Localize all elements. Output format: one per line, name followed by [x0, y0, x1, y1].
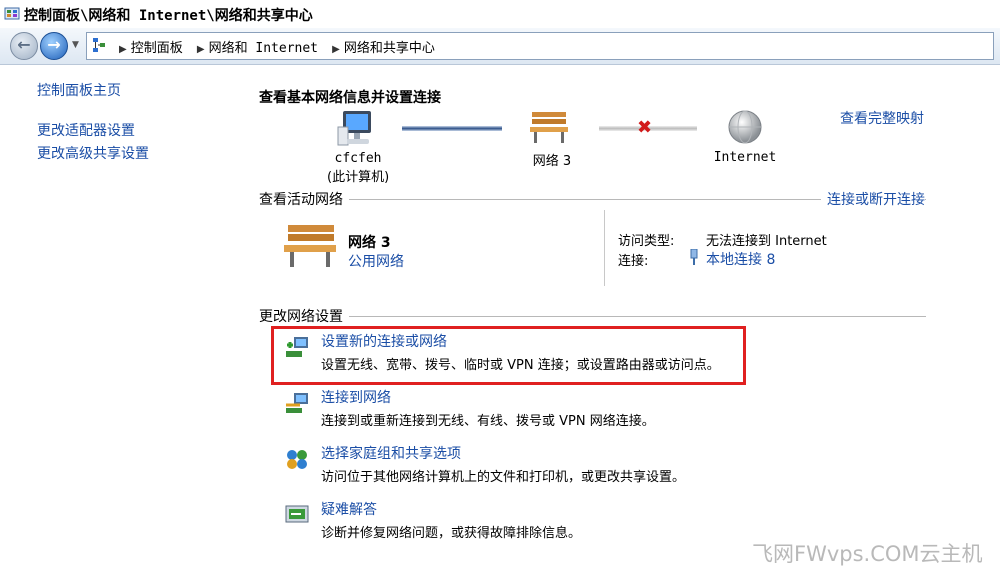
internet-label: Internet — [713, 150, 777, 165]
change-settings-divider — [260, 316, 926, 317]
title-bar: 控制面板\网络和 Internet\网络和共享中心 — [0, 0, 1000, 29]
forward-button[interactable]: → — [40, 32, 68, 60]
forward-arrow-icon: → — [47, 35, 61, 54]
task-link[interactable]: 选择家庭组和共享选项 — [321, 443, 964, 463]
breadcrumb-item[interactable]: 网络和共享中心 — [344, 41, 435, 56]
new-connection-icon — [286, 337, 308, 357]
change-settings-title: 更改网络设置 — [259, 306, 349, 326]
connections-label: 连接: — [618, 254, 649, 269]
homegroup-icon — [287, 450, 307, 469]
change-adapter-settings-link[interactable]: 更改适配器设置 — [37, 120, 135, 140]
network-folder-icon — [93, 38, 105, 52]
bench-network-icon[interactable] — [528, 110, 570, 144]
computer-subtitle: (此计算机) — [327, 170, 390, 185]
control-panel-home-link[interactable]: 控制面板主页 — [37, 80, 121, 100]
bench-network-large-icon[interactable] — [282, 223, 338, 269]
address-bar[interactable]: ▶ 控制面板 ▶ 网络和 Internet ▶ 网络和共享中心 — [86, 32, 994, 60]
breadcrumb: ▶ 控制面板 ▶ 网络和 Internet ▶ 网络和共享中心 — [113, 37, 439, 56]
left-task-pane: 控制面板主页 更改适配器设置 更改高级共享设置 — [0, 65, 232, 575]
active-network-vertical-divider — [604, 210, 605, 286]
task-link[interactable]: 疑难解答 — [321, 499, 964, 519]
task-link[interactable]: 连接到网络 — [321, 387, 964, 407]
navigation-bar: ← → ▼ ▶ 控制面板 ▶ 网络和 Internet ▶ 网络和共享中心 — [0, 28, 1000, 65]
task-description: 连接到或重新连接到无线、有线、拨号或 VPN 网络连接。 — [321, 414, 655, 429]
network-map-label: 网络 3 — [532, 154, 572, 169]
computer-name: cfcfeh — [334, 151, 382, 166]
internet-globe-icon[interactable] — [727, 109, 763, 145]
breadcrumb-separator-icon[interactable]: ▶ — [119, 44, 127, 55]
task-link[interactable]: 设置新的连接或网络 — [321, 331, 964, 351]
recent-pages-dropdown-icon[interactable]: ▼ — [72, 40, 79, 50]
computer-network-connection-line — [402, 126, 502, 131]
ethernet-plug-icon — [690, 249, 698, 265]
troubleshoot-icon — [285, 505, 309, 523]
page-heading: 查看基本网络信息并设置连接 — [259, 90, 441, 106]
active-network-name: 网络 3 — [348, 235, 391, 251]
breadcrumb-separator-icon[interactable]: ▶ — [332, 44, 340, 55]
view-full-map-link[interactable]: 查看完整映射 — [840, 108, 924, 128]
connect-network-icon — [286, 393, 308, 413]
back-button[interactable]: ← — [10, 32, 38, 60]
control-panel-icon — [4, 7, 20, 20]
task-new-connection[interactable]: 设置新的连接或网络 设置无线、宽带、拨号、临时或 VPN 连接；或设置路由器或访… — [284, 331, 964, 373]
main-pane: 查看基本网络信息并设置连接 查看完整映射 cfcfeh (此计算机) 网络 3 … — [232, 65, 1000, 575]
window-title: 控制面板\网络和 Internet\网络和共享中心 — [24, 8, 313, 24]
breadcrumb-separator-icon[interactable]: ▶ — [197, 44, 205, 55]
task-troubleshoot[interactable]: 疑难解答 诊断并修复网络问题，或获得故障排除信息。 — [284, 499, 964, 541]
connect-disconnect-link[interactable]: 连接或断开连接 — [821, 189, 925, 209]
change-advanced-sharing-link[interactable]: 更改高级共享设置 — [37, 143, 149, 163]
disconnected-x-icon: ✖ — [637, 117, 653, 138]
back-arrow-icon: ← — [17, 35, 31, 54]
watermark: 飞网FWvps.COM云主机 — [752, 542, 983, 566]
local-connection-link[interactable]: 本地连接 8 — [706, 249, 775, 269]
active-networks-title: 查看活动网络 — [259, 189, 349, 209]
task-connect-network[interactable]: 连接到网络 连接到或重新连接到无线、有线、拨号或 VPN 网络连接。 — [284, 387, 964, 429]
task-description: 访问位于其他网络计算机上的文件和打印机，或更改共享设置。 — [321, 470, 686, 485]
computer-label: cfcfeh (此计算机) — [327, 151, 389, 185]
task-description: 设置无线、宽带、拨号、临时或 VPN 连接；或设置路由器或访问点。 — [321, 358, 720, 373]
breadcrumb-item[interactable]: 控制面板 — [131, 41, 183, 56]
access-type-label: 访问类型: — [618, 234, 675, 249]
network-category-link[interactable]: 公用网络 — [348, 251, 404, 271]
breadcrumb-item[interactable]: 网络和 Internet — [209, 41, 318, 56]
computer-icon[interactable] — [335, 109, 375, 149]
access-type-value: 无法连接到 Internet — [706, 234, 827, 249]
task-homegroup-sharing[interactable]: 选择家庭组和共享选项 访问位于其他网络计算机上的文件和打印机，或更改共享设置。 — [284, 443, 964, 485]
